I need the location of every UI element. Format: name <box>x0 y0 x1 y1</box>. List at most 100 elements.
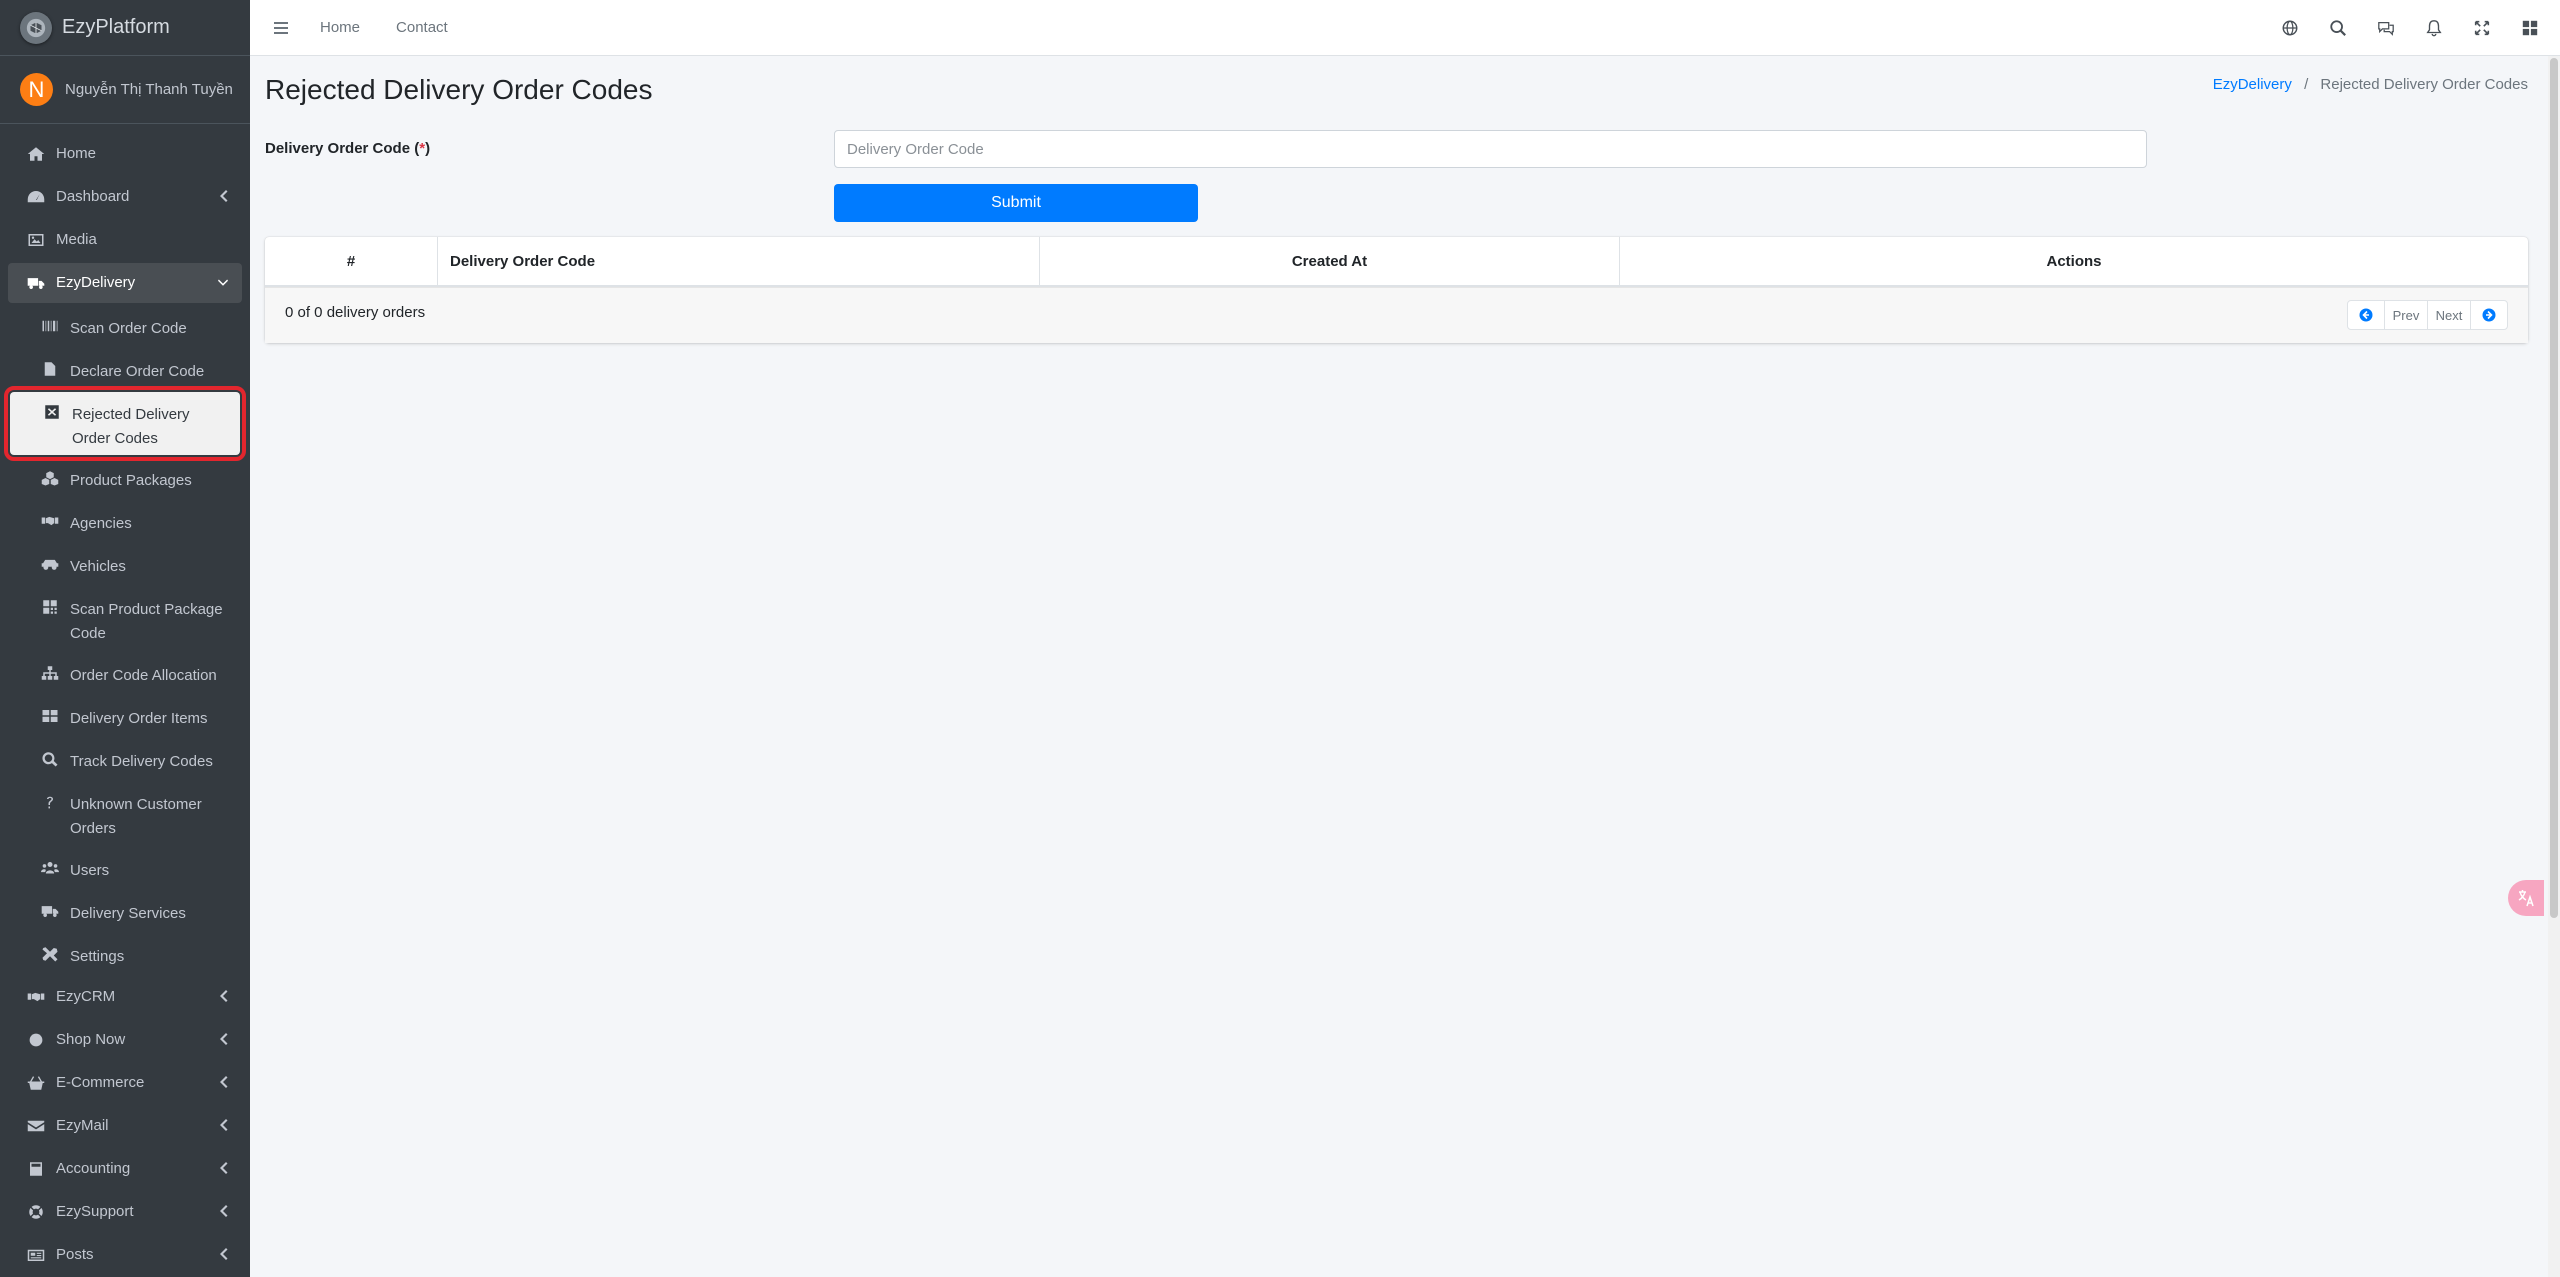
main-sidebar: EzyPlatform N Nguyễn Thị Thanh Tuyền Hom… <box>0 0 250 1277</box>
sidebar-item-label: Unknown Customer Orders <box>70 796 202 837</box>
sidebar-item-agencies[interactable]: Agencies <box>8 501 242 541</box>
sidebar-item-product-packages[interactable]: Product Packages <box>8 458 242 498</box>
file-icon <box>40 360 60 378</box>
delivery-order-code-input[interactable] <box>834 130 2147 168</box>
sidebar-item-label: EzyDelivery <box>56 274 136 291</box>
expand-icon[interactable] <box>2472 18 2492 38</box>
image-icon <box>26 231 46 249</box>
top-navbar: Home Contact <box>250 0 2560 56</box>
sidebar-item-home[interactable]: Home <box>8 134 242 174</box>
sidebar-item-order-code-allocation[interactable]: Order Code Allocation <box>8 653 242 693</box>
breadcrumb-current: Rejected Delivery Order Codes <box>2320 76 2528 93</box>
sidebar-item-label: Vehicles <box>70 558 126 575</box>
sidebar-item-vehicles[interactable]: Vehicles <box>8 544 242 584</box>
lifering-icon <box>26 1203 46 1221</box>
sidebar-item-declare-order-code[interactable]: Declare Order Code <box>8 349 242 389</box>
sidebar-item-ezymail[interactable]: EzyMail <box>8 1106 242 1146</box>
sidebar-item-unknown-customer-orders[interactable]: Unknown Customer Orders <box>8 782 242 845</box>
sidebar-item-label: Posts <box>56 1246 94 1263</box>
sidebar-item-label: Scan Order Code <box>70 320 187 337</box>
tools-icon <box>40 945 60 963</box>
floating-translate-button[interactable] <box>2508 880 2544 916</box>
record-count: 0 of 0 delivery orders <box>285 304 426 321</box>
qrcode-icon <box>40 598 60 616</box>
sidebar-item-rejected-delivery-order-codes[interactable]: Rejected Delivery Order Codes <box>4 386 246 461</box>
bell-icon[interactable] <box>2424 18 2444 38</box>
next-page-button[interactable] <box>2471 301 2507 329</box>
question-icon <box>40 793 60 811</box>
sidebar-item-label: Agencies <box>70 515 132 532</box>
basket-icon <box>26 1074 46 1092</box>
sidebar-item-ezysupport[interactable]: EzySupport <box>8 1192 242 1232</box>
brand-link[interactable]: EzyPlatform <box>0 0 250 56</box>
globe-icon[interactable] <box>2280 18 2300 38</box>
calculator-icon <box>26 1160 46 1178</box>
home-icon <box>26 145 46 163</box>
sidebar-item-e-commerce[interactable]: E-Commerce <box>8 1063 242 1103</box>
barcode-icon <box>40 317 60 335</box>
label-text: Delivery Order Code <box>265 140 411 157</box>
sidebar-item-posts[interactable]: Posts <box>8 1235 242 1275</box>
brand-logo-icon <box>20 11 52 44</box>
sidebar-item-label: Shop Now <box>56 1031 126 1048</box>
search-icon <box>40 750 60 768</box>
prev-page-button[interactable] <box>2348 301 2385 329</box>
sidebar-item-label: Media <box>56 231 97 248</box>
sidebar-item-label: EzyMail <box>56 1117 109 1134</box>
submit-button[interactable]: Submit <box>834 184 1198 222</box>
translate-icon <box>2518 890 2534 907</box>
apps-icon[interactable] <box>2520 18 2540 38</box>
chevron-left-icon <box>218 1075 228 1089</box>
table-header-row: # Delivery Order Code Created At Actions <box>265 237 2528 287</box>
next-text-button[interactable]: Next <box>2428 301 2471 329</box>
search-icon[interactable] <box>2328 18 2348 38</box>
chevron-left-icon <box>218 989 228 1003</box>
delivery-order-code-label: Delivery Order Code (*) <box>265 140 430 157</box>
sidebar-item-label: Users <box>70 862 110 879</box>
sidebar-nav: Home Dashboard Media EzyDelivery Scan Or… <box>0 124 250 1275</box>
chevron-left-icon <box>218 189 228 203</box>
truck-icon <box>26 274 46 292</box>
top-link-contact[interactable]: Contact <box>396 19 448 36</box>
sidebar-item-delivery-order-items[interactable]: Delivery Order Items <box>8 696 242 736</box>
top-link-home[interactable]: Home <box>320 19 360 36</box>
handshake-icon <box>40 512 60 530</box>
chevron-left-icon <box>218 1204 228 1218</box>
sidebar-item-media[interactable]: Media <box>8 220 242 260</box>
sidebar-item-settings[interactable]: Settings <box>8 934 242 974</box>
delivery-orders-table: # Delivery Order Code Created At Actions <box>265 237 2528 287</box>
scrollbar-thumb[interactable] <box>2550 58 2558 918</box>
sitemap-icon <box>40 664 60 682</box>
users-icon <box>40 859 60 877</box>
circle-icon <box>26 1031 46 1049</box>
sidebar-item-scan-order-code[interactable]: Scan Order Code <box>8 306 242 346</box>
sidebar-item-shop-now[interactable]: Shop Now <box>8 1020 242 1060</box>
sidebar-item-ezydelivery[interactable]: EzyDelivery <box>8 263 242 303</box>
pagination: Prev Next <box>2347 300 2508 330</box>
page-scrollbar[interactable] <box>2548 56 2560 1277</box>
sidebar-item-label: Product Packages <box>70 472 192 489</box>
sidebar-item-track-delivery-codes[interactable]: Track Delivery Codes <box>8 739 242 779</box>
hamburger-menu-icon[interactable] <box>272 20 292 36</box>
user-panel[interactable]: N Nguyễn Thị Thanh Tuyền <box>0 56 250 124</box>
prev-text-button[interactable]: Prev <box>2385 301 2428 329</box>
comments-icon[interactable] <box>2376 18 2396 38</box>
sidebar-item-label: EzySupport <box>56 1203 134 1220</box>
breadcrumb-link-ezydelivery[interactable]: EzyDelivery <box>2213 76 2292 93</box>
sidebar-item-label: Order Code Allocation <box>70 667 217 684</box>
brand-name: EzyPlatform <box>62 16 170 38</box>
sidebar-item-label: Accounting <box>56 1160 131 1177</box>
sidebar-item-dashboard[interactable]: Dashboard <box>8 177 242 217</box>
breadcrumb-separator: / <box>2304 76 2309 93</box>
sidebar-item-label: Settings <box>70 948 125 965</box>
sidebar-item-scan-product-package-code[interactable]: Scan Product Package Code <box>8 587 242 650</box>
sidebar-item-delivery-services[interactable]: Delivery Services <box>8 891 242 931</box>
sidebar-item-label: E-Commerce <box>56 1074 145 1091</box>
x-square-icon <box>42 403 62 421</box>
chevron-down-icon <box>218 275 228 289</box>
sidebar-item-label: Delivery Services <box>70 905 186 922</box>
sidebar-item-accounting[interactable]: Accounting <box>8 1149 242 1189</box>
sidebar-item-ezycrm[interactable]: EzyCRM <box>8 977 242 1017</box>
sidebar-item-users[interactable]: Users <box>8 848 242 888</box>
handshake-icon <box>26 988 46 1006</box>
